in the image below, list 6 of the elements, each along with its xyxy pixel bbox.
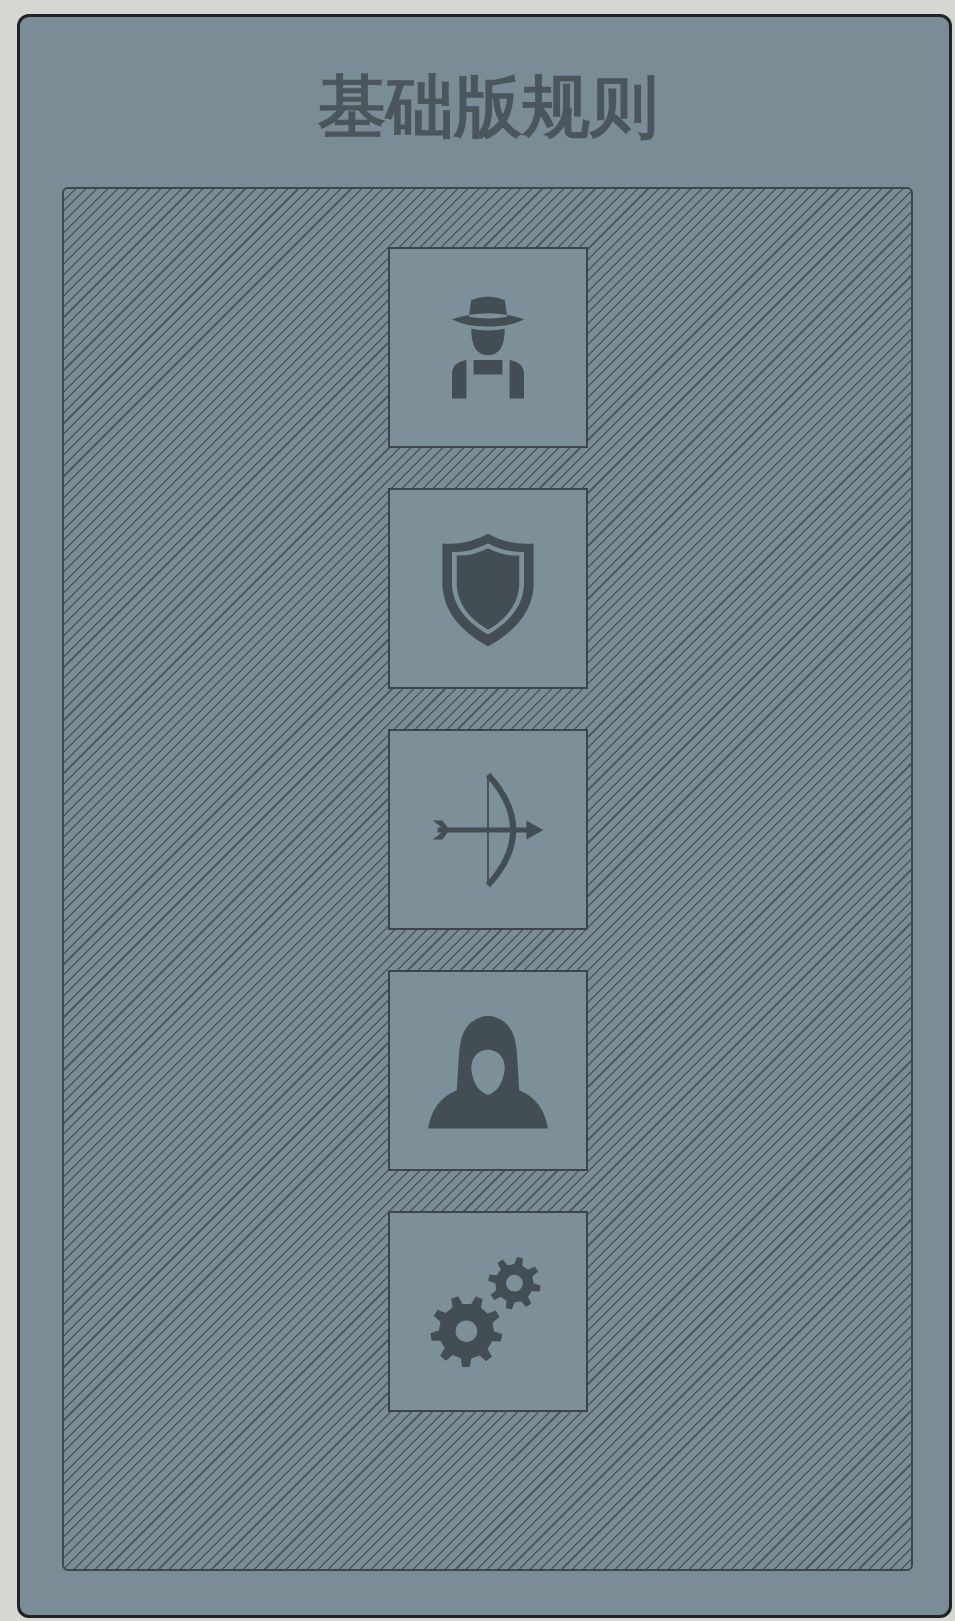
panel-title: 基础版规则 <box>317 73 658 141</box>
role-button[interactable] <box>387 247 588 448</box>
role-button[interactable] <box>387 1211 588 1412</box>
role-button[interactable] <box>387 488 588 689</box>
role-button[interactable] <box>387 970 588 1171</box>
role-button[interactable] <box>387 729 588 930</box>
